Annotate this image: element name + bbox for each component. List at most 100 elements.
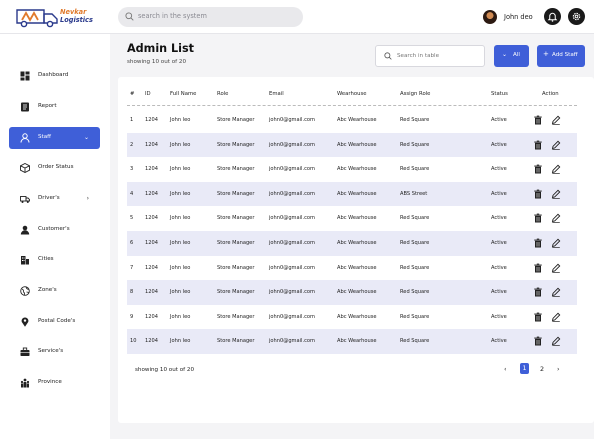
edit-icon[interactable] [551,189,561,199]
column-header: ID [145,91,151,97]
table-cell: John leo [170,166,191,173]
sidebar-item-customers[interactable]: Customer's [9,219,100,241]
dashboard-icon [20,71,30,81]
avatar[interactable] [483,10,497,24]
table-cell: john0@gmail.com [269,117,315,123]
table-cell: Active [491,190,507,197]
table-cell: Active [491,215,507,222]
delete-icon[interactable] [533,312,543,322]
table-cell: john0@gmail.com [269,215,315,222]
search-icon [384,52,392,60]
table-cell: Abc Wearhouse [337,313,377,320]
add-staff-button[interactable]: + Add Staff [537,45,585,67]
table-cell: 2 [130,141,134,148]
table-cell: john0@gmail.com [269,166,315,173]
table-cell: John leo [170,240,191,246]
delete-icon[interactable] [533,140,543,150]
table-cell: Abc Wearhouse [337,141,377,148]
sidebar-item-zones[interactable]: Zone's [9,280,100,302]
table-cell: Store Manager [217,215,255,222]
settings-button[interactable] [568,8,585,25]
sidebar-item-order-status[interactable]: Order Status [9,157,100,179]
sidebar-item-drivers[interactable]: Driver's › [9,188,100,210]
next-page-button[interactable]: › [557,365,560,373]
sidebar-item-label: Cities [38,256,54,262]
table-row: 2 1204 John leo Store Manager john0@gmail.co… [127,132,577,158]
sidebar-item-label: Order Status [38,164,74,170]
edit-icon[interactable] [551,164,561,174]
user-name[interactable]: John deo [504,13,533,21]
table-cell: Abc Wearhouse [337,338,377,345]
sidebar-item-province[interactable]: Province [9,372,100,394]
table-cell: John leo [170,264,191,271]
header-divider [127,105,577,106]
brand-line-2: Logistics [60,16,93,24]
table-row: 8 1204 John leo Store Manager john0@gmail.co… [127,280,577,305]
edit-icon[interactable] [551,238,561,248]
delete-icon[interactable] [533,189,543,199]
search-icon [125,12,134,21]
table-cell: Store Manager [217,166,255,173]
delete-icon[interactable] [533,115,543,125]
staff-icon [20,133,30,143]
edit-icon[interactable] [551,263,561,273]
column-header: Status [491,91,508,97]
table-row: 3 1204 John leo Store Manager john0@gmail.co… [127,157,577,182]
sidebar-item-staff[interactable]: Staff ⌄ [9,127,100,149]
table-search-input[interactable]: Search in table [375,45,485,67]
table-cell: ABS Street [400,190,428,197]
sidebar-item-dashboard[interactable]: Dashboard [9,65,100,87]
filter-dropdown[interactable]: ⌄ All [494,45,529,67]
table-cell: Active [491,117,507,123]
sidebar-item-postal-codes[interactable]: Postal Code's [9,311,100,333]
table-cell: John leo [170,215,191,222]
order-status-icon [20,163,30,173]
global-search-input[interactable]: search in the system [118,7,303,27]
table-cell: Active [491,289,507,296]
delete-icon[interactable] [533,263,543,273]
table-cell: John leo [170,313,191,320]
table-row: 5 1204 John leo Store Manager john0@gmail.co… [127,206,577,231]
sidebar-item-cities[interactable]: Cities [9,249,100,271]
edit-icon[interactable] [551,312,561,322]
table-cell: 1 [130,117,134,123]
edit-icon[interactable] [551,115,561,125]
table-row: 9 1204 John leo Store Manager john0@gmail.co… [127,305,577,330]
page-2-button[interactable]: 2 [540,365,544,373]
delete-icon[interactable] [533,336,543,346]
table-cell: Red Square [400,338,430,345]
table-cell: Store Manager [217,264,255,271]
table-cell: Store Manager [217,338,255,345]
gear-icon [572,12,581,21]
sidebar-item-label: Province [38,379,62,385]
table-cell: Store Manager [217,289,255,296]
notifications-button[interactable] [544,8,561,25]
table-cell: 8 [130,289,134,296]
table-cell: Red Square [400,215,430,222]
edit-icon[interactable] [551,213,561,224]
edit-icon[interactable] [551,336,561,347]
table-cell: 4 [130,190,134,197]
table-row: 7 1204 John leo Store Manager john0@gmail.co… [127,256,577,281]
delete-icon[interactable] [533,287,543,297]
table-cell: Store Manager [217,313,255,320]
top-bar: Nevkar Logistics search in the system Jo… [0,0,594,34]
page-1-button[interactable]: 1 [520,363,529,374]
delete-icon[interactable] [533,213,543,223]
table-cell: John leo [170,117,191,123]
table-row: 4 1204 John leo Store Manager john0@gmail.co… [127,181,577,207]
brand-logo[interactable]: Nevkar Logistics [14,5,98,29]
cities-icon [21,256,29,265]
edit-icon[interactable] [551,287,561,297]
prev-page-button[interactable]: ‹ [504,365,507,373]
table-cell: Red Square [400,240,430,246]
sidebar-item-services[interactable]: Service's [9,341,100,363]
sidebar-item-label: Report [38,103,57,109]
edit-icon[interactable] [551,140,561,150]
sidebar-item-report[interactable]: Report [9,96,100,118]
table-cell: 1204 [145,240,158,246]
table-cell: 6 [130,240,134,246]
sidebar-item-label: Postal Code's [38,318,76,324]
delete-icon[interactable] [533,164,543,174]
delete-icon[interactable] [533,238,543,248]
